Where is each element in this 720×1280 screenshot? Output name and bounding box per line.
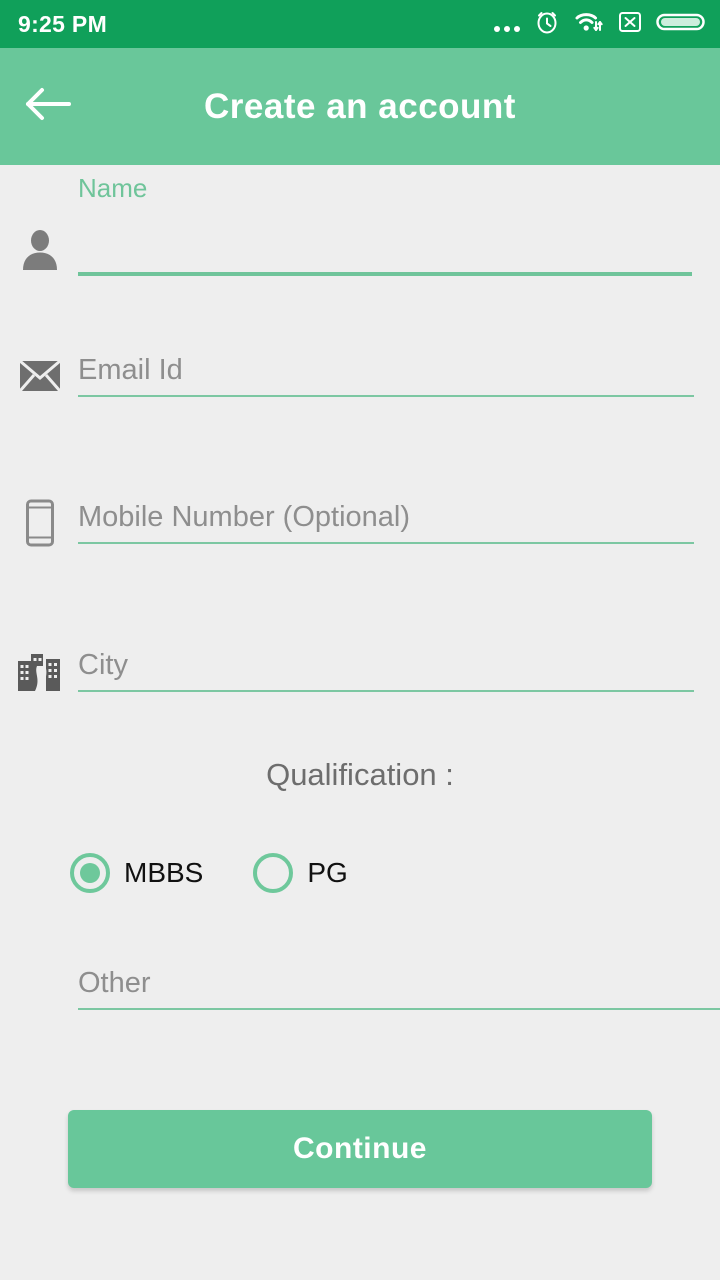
city-buildings-icon (14, 645, 66, 697)
field-city-box (78, 645, 694, 692)
field-name-label: Name (78, 173, 148, 203)
envelope-icon (14, 350, 66, 402)
field-email-underline (78, 395, 694, 397)
person-icon (14, 223, 66, 275)
signup-form: Name Email Id Mobile Number (Optional) C… (0, 165, 720, 1280)
wifi-icon (574, 9, 604, 40)
back-button[interactable] (0, 48, 96, 165)
page-title: Create an account (204, 86, 516, 126)
status-bar-clock: 9:25 PM (18, 10, 108, 37)
field-mobile-box (78, 497, 694, 544)
radio-option-pg[interactable]: PG (253, 853, 348, 893)
radio-option-mbbs[interactable]: MBBS (70, 853, 203, 893)
other-qualification-input[interactable] (78, 963, 720, 1003)
app-screen: 9:25 PM Create an account Name Email Id … (0, 0, 720, 1280)
email-input[interactable] (78, 350, 694, 390)
city-input[interactable] (78, 645, 694, 685)
more-dots-icon (494, 12, 520, 36)
name-input[interactable] (78, 227, 692, 267)
mobile-input[interactable] (78, 497, 694, 537)
battery-full-icon (656, 9, 706, 40)
radio-selected-icon[interactable] (70, 853, 110, 893)
radio-option-pg-label: PG (307, 857, 348, 888)
app-toolbar: Create an account (0, 48, 720, 165)
field-name-box: Name (78, 175, 692, 276)
field-other-underline (78, 1008, 720, 1010)
continue-button[interactable]: Continue (68, 1110, 652, 1188)
radio-option-mbbs-label: MBBS (124, 857, 204, 888)
qualification-title: Qualification : (266, 757, 454, 792)
status-bar-icons (494, 8, 706, 40)
field-mobile-underline (78, 542, 694, 544)
radio-unselected-icon[interactable] (253, 853, 294, 893)
alarm-clock-icon (534, 8, 560, 40)
status-bar: 9:25 PM (0, 0, 720, 48)
field-name-underline (78, 272, 692, 276)
field-other-box (78, 963, 720, 1010)
back-arrow-icon (23, 85, 73, 128)
mobile-phone-icon (14, 497, 66, 549)
sim-disabled-icon (618, 9, 642, 40)
field-city-underline (78, 690, 694, 692)
field-email-box (78, 350, 694, 397)
qualification-radio-group: MBBS PG (70, 853, 348, 893)
